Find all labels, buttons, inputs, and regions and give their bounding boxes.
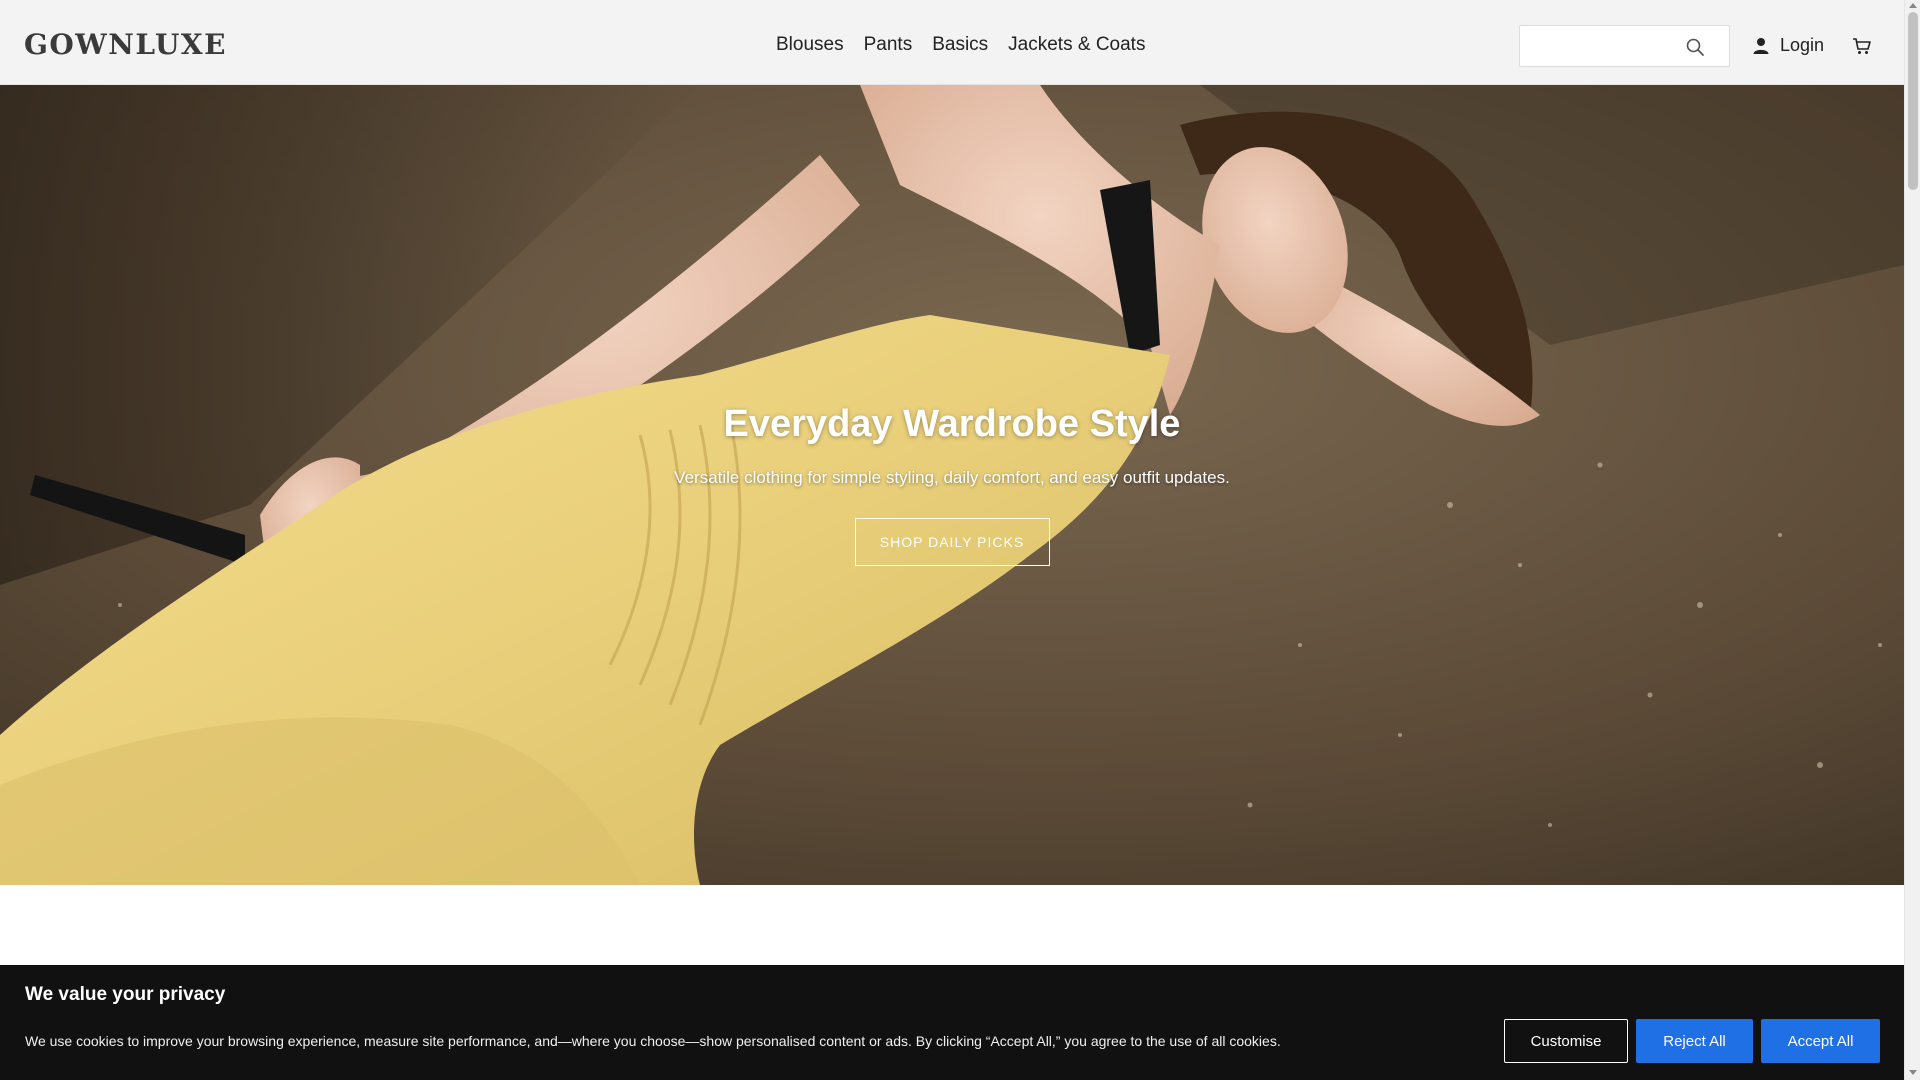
hero-content: Everyday Wardrobe Style Versatile clothi… [0,403,1904,566]
user-icon [1753,37,1769,54]
scroll-down-arrow-icon[interactable] [1909,1070,1917,1075]
cookie-banner: We value your privacy We use cookies to … [0,965,1904,1080]
hero-banner: Everyday Wardrobe Style Versatile clothi… [0,85,1904,885]
search-box [1519,25,1730,67]
main-nav: Blouses Pants Basics Jackets & Coats [776,34,1145,56]
page-scrollbar[interactable] [1904,0,1920,1080]
cookie-banner-title: We value your privacy [25,984,226,1005]
scroll-thumb[interactable] [1908,12,1918,190]
accept-all-button[interactable]: Accept All [1761,1019,1880,1063]
nav-item-basics[interactable]: Basics [932,34,988,56]
search-icon[interactable] [1685,37,1705,57]
search-input[interactable] [1520,26,1690,66]
nav-item-blouses[interactable]: Blouses [776,34,844,56]
customise-button[interactable]: Customise [1504,1019,1628,1063]
cookie-banner-text: We use cookies to improve your browsing … [25,1033,1281,1049]
hero-subtitle: Versatile clothing for simple styling, d… [674,468,1230,487]
shop-daily-picks-button[interactable]: SHOP DAILY PICKS [854,518,1050,566]
nav-item-jackets-coats[interactable]: Jackets & Coats [1008,34,1145,56]
hero-title: Everyday Wardrobe Style [723,403,1181,445]
site-logo[interactable]: GOWNLUXE [24,28,227,61]
scroll-up-arrow-icon[interactable] [1909,3,1917,8]
login-link[interactable]: Login [1752,35,1824,56]
nav-item-pants[interactable]: Pants [864,34,913,56]
site-header: GOWNLUXE Blouses Pants Basics Jackets & … [0,0,1904,85]
login-label: Login [1780,35,1825,55]
cart-icon[interactable] [1852,36,1872,56]
reject-all-button[interactable]: Reject All [1636,1019,1753,1063]
